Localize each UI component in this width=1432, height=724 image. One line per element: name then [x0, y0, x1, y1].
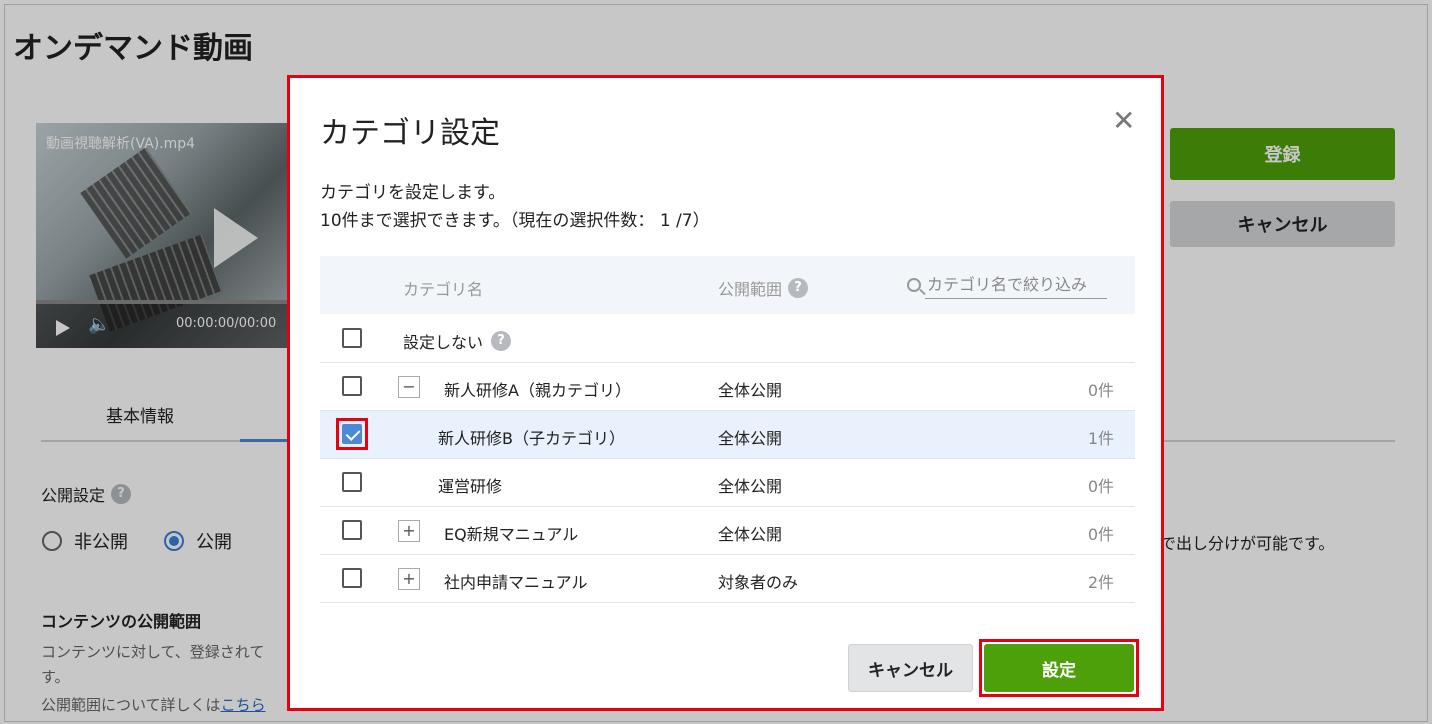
expand-icon[interactable]: + [398, 520, 420, 542]
category-checkbox[interactable] [342, 328, 362, 348]
column-header-name: カテゴリ名 [403, 276, 483, 300]
category-name: 社内申請マニュアル [444, 573, 588, 592]
help-icon[interactable]: ? [491, 331, 512, 351]
category-row[interactable]: 運営研修 全体公開 0件 [320, 459, 1135, 507]
modal-cancel-button[interactable]: キャンセル [848, 644, 973, 692]
category-table-header: カテゴリ名 公開範囲 ? [320, 256, 1135, 314]
category-name: 運営研修 [438, 477, 503, 496]
column-header-scope-text: 公開範囲 [718, 280, 783, 299]
category-search-input[interactable] [925, 271, 1107, 299]
expand-icon[interactable]: + [398, 568, 420, 590]
category-count: 2件 [1087, 573, 1114, 592]
category-checkbox[interactable] [342, 376, 362, 396]
modal-title: カテゴリ設定 [320, 116, 500, 151]
category-checkbox[interactable] [342, 472, 362, 492]
collapse-icon[interactable]: − [398, 376, 420, 398]
category-scope: 全体公開 [718, 477, 783, 496]
category-row[interactable]: − 新人研修A（親カテゴリ） 全体公開 0件 [320, 363, 1135, 411]
search-icon [907, 278, 921, 292]
close-icon[interactable]: ✕ [1112, 104, 1135, 137]
category-checkbox[interactable] [342, 520, 362, 540]
category-name: 新人研修B（子カテゴリ） [438, 429, 625, 448]
set-button-highlight [979, 639, 1139, 697]
category-search [907, 270, 1115, 300]
checkbox-highlight [336, 418, 368, 450]
category-count: 0件 [1087, 381, 1114, 400]
category-scope: 全体公開 [718, 381, 783, 400]
category-count: 0件 [1087, 477, 1114, 496]
category-count: 1件 [1087, 429, 1114, 448]
category-name: 新人研修A（親カテゴリ） [444, 381, 631, 400]
category-row[interactable]: + 社内申請マニュアル 対象者のみ 2件 [320, 555, 1135, 603]
category-scope: 全体公開 [718, 429, 783, 448]
category-name-text: 設定しない [403, 333, 484, 352]
category-name: EQ新規マニュアル [444, 525, 579, 544]
category-name: 設定しない ? [403, 329, 512, 353]
category-checkbox[interactable] [342, 568, 362, 588]
category-scope: 対象者のみ [718, 573, 799, 592]
category-count: 0件 [1087, 525, 1114, 544]
help-icon[interactable]: ? [788, 278, 809, 298]
modal-description: カテゴリを設定します。 [320, 183, 506, 203]
category-settings-modal: カテゴリ設定 ✕ カテゴリを設定します。 10件まで選択できます。（現在の選択件… [287, 75, 1164, 711]
category-scope: 全体公開 [718, 525, 783, 544]
category-row[interactable]: + EQ新規マニュアル 全体公開 0件 [320, 507, 1135, 555]
modal-selection-count: 10件まで選択できます。（現在の選択件数： 1 /7） [320, 211, 710, 231]
category-row-none[interactable]: 設定しない ? [320, 315, 1135, 363]
column-header-name-text: カテゴリ名 [403, 280, 484, 299]
category-row[interactable]: 新人研修B（子カテゴリ） 全体公開 1件 [320, 411, 1135, 459]
column-header-scope: 公開範囲 ? [718, 276, 809, 300]
